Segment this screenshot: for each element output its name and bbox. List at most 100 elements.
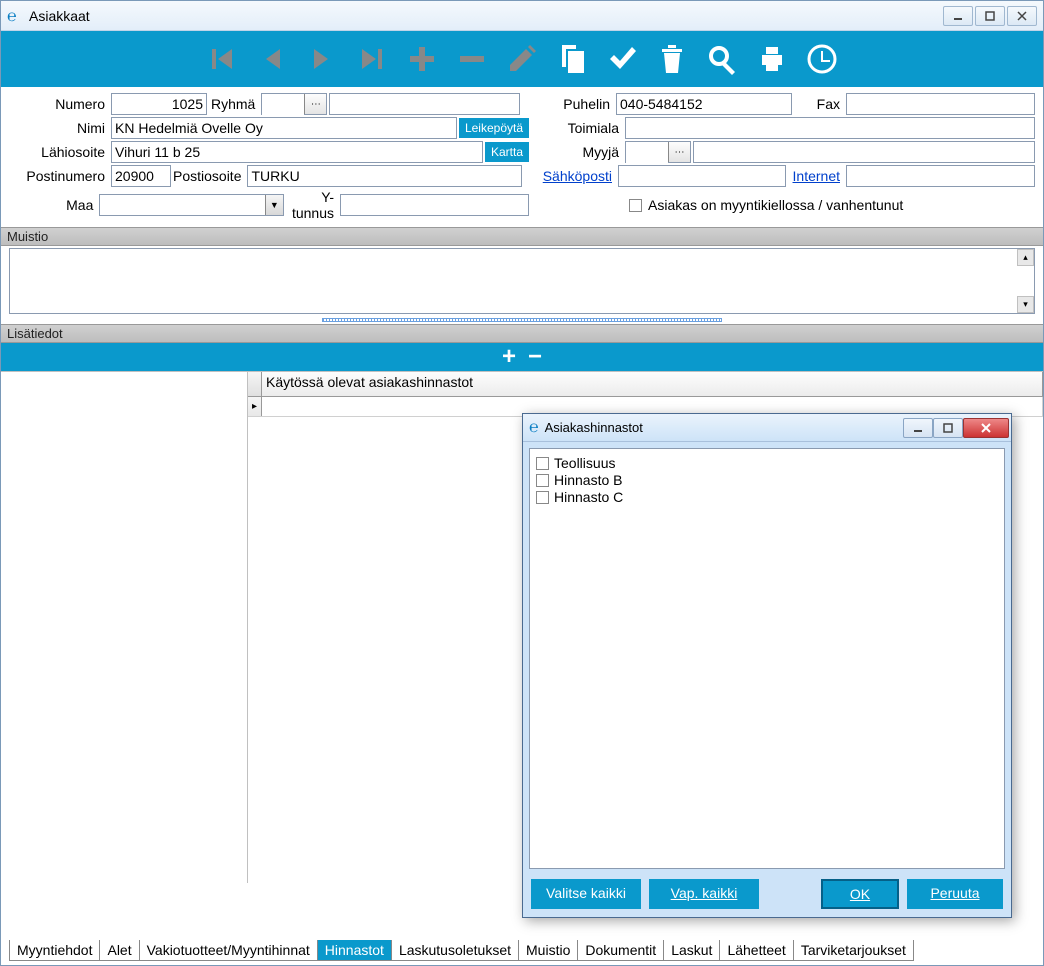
myyja-input[interactable] (626, 142, 668, 164)
window-title: Asiakkaat (29, 8, 943, 24)
toimiala-input[interactable] (625, 117, 1035, 139)
myyja-label: Myyjä (533, 144, 623, 160)
splitter[interactable] (1, 316, 1043, 324)
grid-column-header[interactable]: Käytössä olevat asiakashinnastot (262, 372, 1043, 396)
scroll-up-icon[interactable]: ▴ (1017, 249, 1034, 266)
checkbox-icon[interactable] (536, 491, 549, 504)
sahkoposti-input[interactable] (618, 165, 786, 187)
modal-minimize-button[interactable] (903, 418, 933, 438)
internet-link[interactable]: Internet (788, 168, 844, 184)
tab-myyntiehdot[interactable]: Myyntiehdot (9, 940, 100, 961)
select-all-button[interactable]: Valitse kaikki (531, 879, 641, 909)
ryhma-label: Ryhmä (209, 96, 259, 112)
internet-input[interactable] (846, 165, 1035, 187)
ryhma-input[interactable] (262, 94, 304, 116)
modal-close-button[interactable] (963, 418, 1009, 438)
sub-toolbar: + − (1, 343, 1043, 371)
lahiosoite-input[interactable] (111, 141, 483, 163)
scroll-down-icon[interactable]: ▾ (1017, 296, 1034, 313)
postiosoite-input[interactable] (247, 165, 522, 187)
search-icon[interactable] (704, 41, 740, 77)
maximize-button[interactable] (975, 6, 1005, 26)
app-icon: ℮ (7, 8, 23, 24)
puhelin-input[interactable] (616, 93, 792, 115)
kartta-button[interactable]: Kartta (485, 142, 529, 162)
tab-laskut[interactable]: Laskut (663, 940, 720, 961)
myyja-desc-input[interactable] (693, 141, 1035, 163)
close-button[interactable] (1007, 6, 1037, 26)
customer-form: Numero Ryhmä ⋯ Puhelin Fax Nimi Leike (1, 87, 1043, 227)
tab-l-hetteet[interactable]: Lähetteet (719, 940, 793, 961)
chevron-down-icon[interactable]: ▼ (265, 195, 283, 215)
modal-checklist: TeollisuusHinnasto BHinnasto C (529, 448, 1005, 869)
last-record-icon[interactable] (354, 41, 390, 77)
myyja-lookup-button[interactable]: ⋯ (668, 142, 690, 162)
muistio-section-header: Muistio (1, 227, 1043, 246)
grid-corner (248, 372, 262, 396)
myyntikielto-checkbox[interactable] (629, 199, 642, 212)
add-icon[interactable] (404, 41, 440, 77)
tab-dokumentit[interactable]: Dokumentit (577, 940, 664, 961)
remove-icon[interactable] (454, 41, 490, 77)
tab-hinnastot[interactable]: Hinnastot (317, 940, 392, 961)
checkbox-icon[interactable] (536, 474, 549, 487)
ryhma-desc-input[interactable] (329, 93, 520, 115)
edit-icon[interactable] (504, 41, 540, 77)
nimi-label: Nimi (9, 120, 109, 136)
toimiala-label: Toimiala (533, 120, 623, 136)
row-indicator-icon: ▸ (248, 397, 262, 416)
checklist-label: Teollisuus (554, 455, 615, 471)
sahkoposti-link[interactable]: Sähköposti (526, 168, 616, 184)
deselect-all-button[interactable]: Vap. kaikki (649, 879, 759, 909)
modal-titlebar: ℮ Asiakashinnastot (523, 414, 1011, 442)
checklist-label: Hinnasto C (554, 489, 623, 505)
globe-clock-icon[interactable] (804, 41, 840, 77)
modal-maximize-button[interactable] (933, 418, 963, 438)
tab-tarviketarjoukset[interactable]: Tarviketarjoukset (793, 940, 914, 961)
trash-icon[interactable] (654, 41, 690, 77)
add-row-icon[interactable]: + (502, 345, 516, 369)
first-record-icon[interactable] (204, 41, 240, 77)
print-icon[interactable] (754, 41, 790, 77)
ytunnus-label: Y-tunnus (286, 189, 338, 221)
titlebar: ℮ Asiakkaat (1, 1, 1043, 31)
nimi-input[interactable] (111, 117, 457, 139)
checklist-item[interactable]: Teollisuus (536, 455, 998, 471)
postinumero-input[interactable] (111, 165, 171, 187)
prev-record-icon[interactable] (254, 41, 290, 77)
fax-input[interactable] (846, 93, 1035, 115)
main-window: ℮ Asiakkaat (0, 0, 1044, 966)
lisatiedot-section-header: Lisätiedot (1, 324, 1043, 343)
copy-icon[interactable] (554, 41, 590, 77)
lahiosoite-label: Lähiosoite (9, 144, 109, 160)
next-record-icon[interactable] (304, 41, 340, 77)
confirm-icon[interactable] (604, 41, 640, 77)
ytunnus-input[interactable] (340, 194, 529, 216)
cancel-button[interactable]: Peruuta (907, 879, 1003, 909)
ryhma-lookup-button[interactable]: ⋯ (304, 94, 326, 114)
checklist-label: Hinnasto B (554, 472, 622, 488)
maa-dropdown[interactable] (99, 194, 284, 216)
app-icon: ℮ (529, 419, 539, 437)
checkbox-icon[interactable] (536, 457, 549, 470)
checklist-item[interactable]: Hinnasto C (536, 489, 998, 505)
tab-alet[interactable]: Alet (99, 940, 139, 961)
checklist-item[interactable]: Hinnasto B (536, 472, 998, 488)
tab-muistio[interactable]: Muistio (518, 940, 578, 961)
tab-vakiotuotteet-myyntihinnat[interactable]: Vakiotuotteet/Myyntihinnat (139, 940, 318, 961)
muistio-textarea[interactable]: ▴ ▾ (9, 248, 1035, 314)
modal-title: Asiakashinnastot (545, 420, 903, 435)
numero-label: Numero (9, 96, 109, 112)
myyntikielto-label: Asiakas on myyntikiellossa / vanhentunut (648, 197, 903, 213)
ok-button[interactable]: OK (821, 879, 899, 909)
fax-label: Fax (794, 96, 844, 112)
bottom-tabstrip: MyyntiehdotAletVakiotuotteet/Myyntihinna… (9, 940, 1035, 961)
puhelin-label: Puhelin (524, 96, 614, 112)
tab-laskutusoletukset[interactable]: Laskutusoletukset (391, 940, 519, 961)
minimize-button[interactable] (943, 6, 973, 26)
postinumero-label: Postinumero (9, 168, 109, 184)
main-toolbar (1, 31, 1043, 87)
numero-input[interactable] (111, 93, 207, 115)
remove-row-icon[interactable]: − (528, 345, 542, 369)
leikepoyta-button[interactable]: Leikepöytä (459, 118, 529, 138)
